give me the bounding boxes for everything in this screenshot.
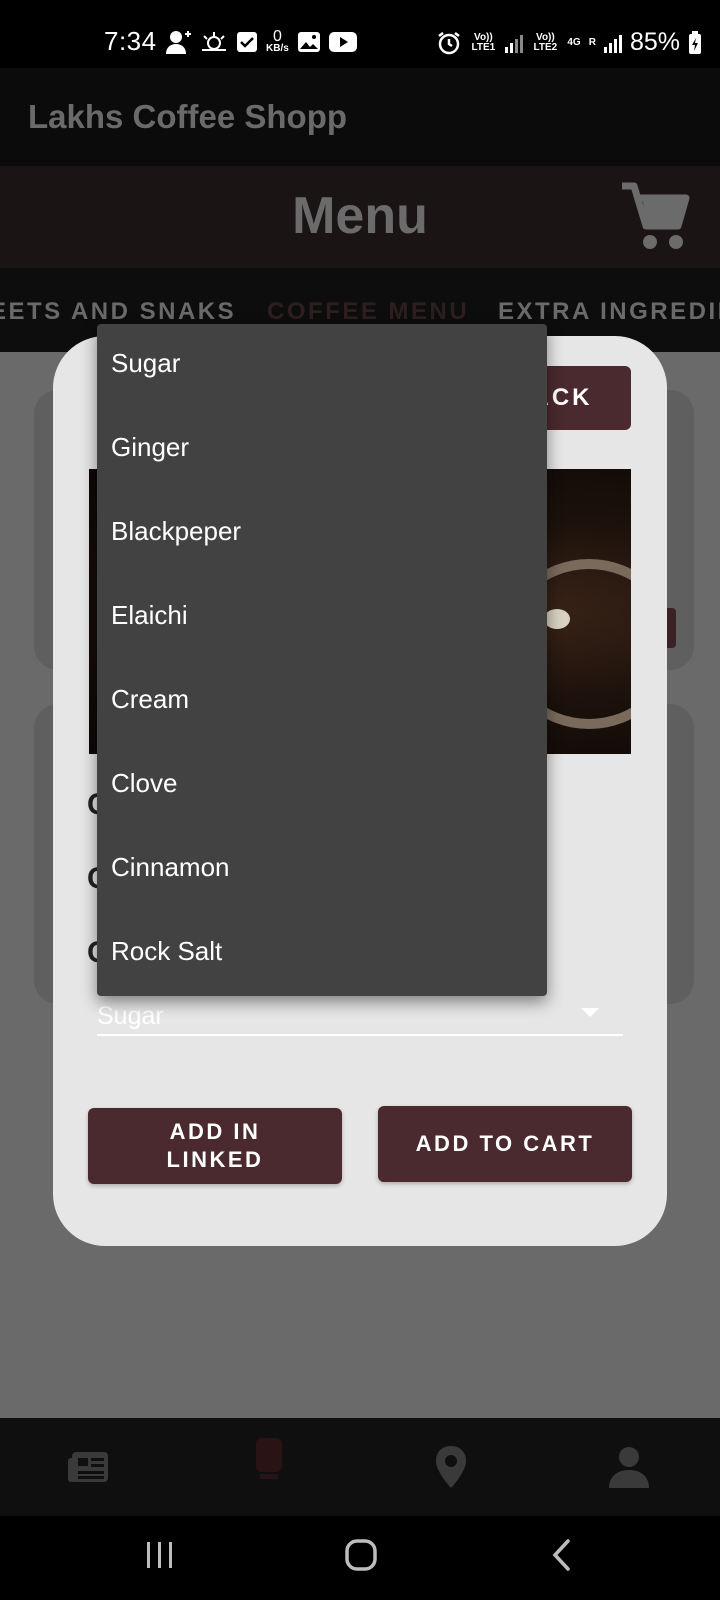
sim1-label: Vo)) LTE1: [471, 31, 496, 53]
dropdown-item-ginger[interactable]: Ginger: [111, 432, 189, 463]
ingredient-select[interactable]: Sugar: [97, 996, 623, 1036]
dropdown-item-sugar[interactable]: Sugar: [111, 348, 180, 379]
recent-apps-icon[interactable]: [145, 1540, 175, 1570]
ingredient-select-value: Sugar: [97, 1002, 164, 1030]
app-title: Lakhs Coffee Shopp: [28, 98, 348, 135]
dropdown-item-clove[interactable]: Clove: [111, 768, 177, 799]
bottom-navigation: [0, 1418, 720, 1516]
net-type-label: 4G: [567, 36, 581, 48]
home-icon[interactable]: [344, 1538, 378, 1572]
roaming-label: R: [588, 36, 596, 48]
contact-add-icon: [166, 31, 191, 54]
notification-icons: 0 KB/s: [166, 28, 357, 54]
battery-percent: 85%: [629, 28, 680, 56]
tab-coffee-menu[interactable]: COFFEE MENU: [267, 298, 469, 326]
status-time: 7:34: [104, 26, 157, 56]
dropdown-item-elaichi[interactable]: Elaichi: [111, 600, 188, 631]
task-check-icon: [237, 32, 257, 52]
ingredient-dropdown-menu: Sugar Ginger Blackpeper Elaichi Cream Cl…: [97, 324, 547, 996]
news-icon[interactable]: [66, 1444, 112, 1490]
system-status-icons: Vo)) LTE1 Vo)) LTE2 4G R 85%: [437, 28, 702, 57]
net-speed-unit: KB/s: [266, 43, 289, 54]
system-navigation-bar: [0, 1516, 720, 1600]
sim2-label: Vo)) LTE2: [533, 31, 558, 53]
app-bar: Lakhs Coffee Shopp: [0, 68, 720, 166]
chevron-down-icon: [581, 1008, 599, 1017]
dropdown-item-cream[interactable]: Cream: [111, 684, 189, 715]
cart-icon[interactable]: [618, 180, 692, 254]
location-icon[interactable]: [428, 1444, 474, 1490]
coffee-icon[interactable]: [246, 1436, 292, 1482]
dropdown-item-rock-salt[interactable]: Rock Salt: [111, 936, 222, 967]
tab-extra-ingredients[interactable]: EXTRA INGREDIE: [498, 298, 720, 326]
tab-sweets-and-snacks[interactable]: EETS AND SNAKS: [0, 298, 236, 326]
coffee-shine-shape: [544, 609, 570, 629]
add-in-linked-button[interactable]: ADD IN LINKED: [88, 1108, 342, 1184]
battery-charging-icon: [689, 30, 701, 54]
youtube-icon: [328, 32, 357, 52]
net-speed-indicator: 0 KB/s: [266, 28, 289, 54]
status-bar: 7:34 0 KB/s Vo)) LTE1 Vo)) LTE2 4G R 85%: [0, 0, 720, 68]
back-nav-icon[interactable]: [550, 1538, 574, 1572]
net-speed-value: 0: [272, 28, 282, 45]
dropdown-item-cinnamon[interactable]: Cinnamon: [111, 852, 230, 883]
menu-title: Menu: [292, 187, 428, 245]
weather-icon: [202, 32, 226, 51]
add-to-cart-button[interactable]: ADD TO CART: [378, 1106, 632, 1182]
gallery-icon: [297, 32, 320, 52]
dropdown-item-blackpeper[interactable]: Blackpeper: [111, 516, 241, 547]
menu-header: Menu: [0, 166, 720, 268]
alarm-icon: [438, 31, 461, 54]
signal-icon: [505, 34, 524, 53]
profile-icon[interactable]: [606, 1444, 652, 1490]
signal-icon-2: [603, 34, 622, 53]
